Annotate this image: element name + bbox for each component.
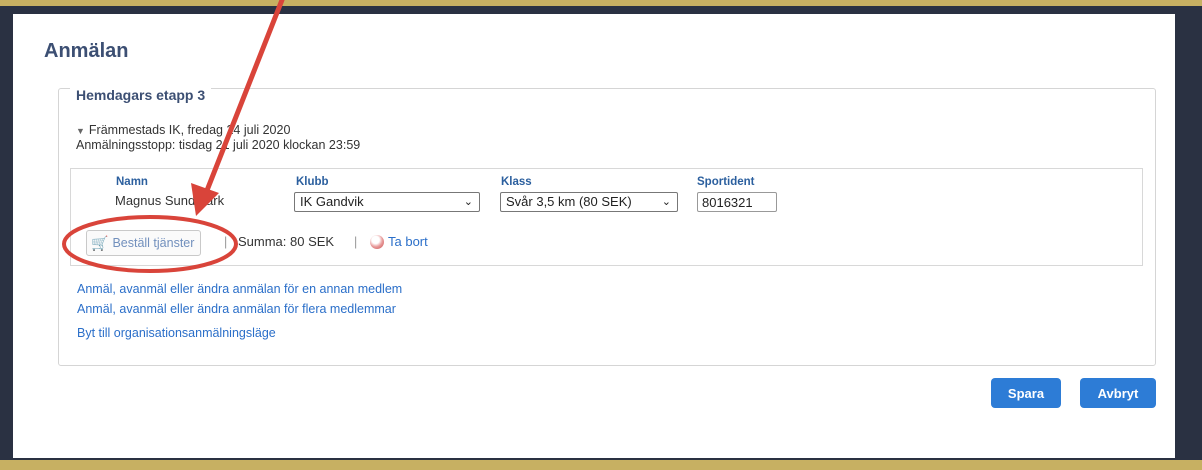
link-multiple-members[interactable]: Anmäl, avanmäl eller ändra anmälan för f… [77, 302, 396, 316]
cancel-button[interactable]: Avbryt [1080, 378, 1156, 408]
collapse-triangle-icon[interactable]: ▼ [76, 126, 85, 136]
column-label-class: Klass [501, 176, 532, 188]
order-services-button[interactable]: 🛒 Beställ tjänster [86, 230, 202, 256]
column-label-sportident: Sportident [697, 176, 755, 188]
event-date-line: Främmestads IK, fredag 24 juli 2020 [88, 123, 291, 137]
club-select[interactable]: IK Gandvik ⌄ [294, 192, 480, 212]
chevron-down-icon: ⌄ [463, 196, 473, 208]
link-other-member[interactable]: Anmäl, avanmäl eller ändra anmälan för e… [77, 282, 402, 296]
entry-sum: Summa: 80 SEK [238, 234, 335, 249]
cart-icon: 🛒 [91, 234, 109, 251]
event-name: Hemdagars etapp 3 [70, 87, 212, 103]
separator: | [354, 235, 358, 249]
remove-entry-label: Ta bort [388, 234, 428, 249]
frame-bottom-border [0, 460, 1202, 470]
remove-entry-link[interactable]: Ta bort [370, 234, 428, 249]
order-services-label: Beställ tjänster [112, 236, 195, 250]
club-select-value: IK Gandvik [300, 194, 364, 209]
save-button[interactable]: Spara [991, 378, 1061, 408]
column-label-club: Klubb [296, 176, 329, 188]
class-select-value: Svår 3,5 km (80 SEK) [506, 194, 632, 209]
event-info: ▼ Främmestads IK, fredag 24 juli 2020 Anm… [76, 123, 360, 152]
entry-deadline-line: Anmälningsstopp: tisdag 21 juli 2020 klo… [76, 138, 361, 152]
class-select[interactable]: Svår 3,5 km (80 SEK) ⌄ [500, 192, 678, 212]
sportident-input[interactable] [697, 192, 777, 212]
page-title: Anmälan [44, 40, 129, 62]
remove-icon [370, 234, 384, 249]
link-organisation-mode[interactable]: Byt till organisationsanmälningsläge [77, 326, 276, 340]
separator: | [224, 235, 228, 249]
entry-box [70, 168, 1143, 266]
column-label-name: Namn [116, 176, 148, 188]
frame-top-border [0, 0, 1202, 6]
member-name: Magnus Sundmark [115, 193, 225, 208]
chevron-down-icon: ⌄ [661, 196, 671, 208]
